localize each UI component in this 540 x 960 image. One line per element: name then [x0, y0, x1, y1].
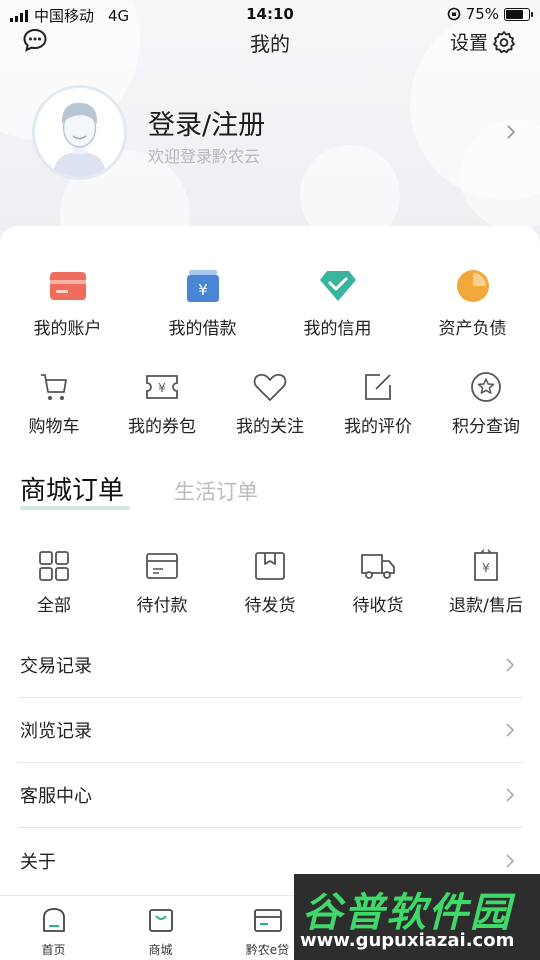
my-account-label: 我的账户 [33, 319, 102, 339]
menu-item-service-center[interactable]: 客服中心 [18, 763, 523, 828]
menu-item-label: 交易记录 [20, 656, 92, 677]
svg-text:¥: ¥ [198, 281, 208, 299]
watermark-url: www.gupuxiazai.com [300, 930, 515, 951]
follow-button[interactable]: 我的关注 [216, 368, 324, 437]
card-icon [49, 272, 86, 300]
tab-life-orders[interactable]: 生活订单 [174, 476, 258, 506]
loan-icon [253, 909, 282, 932]
review-button[interactable]: 我的评价 [324, 368, 432, 437]
tab-shop-label: 商城 [148, 943, 173, 957]
my-credit-button[interactable]: 我的信用 [270, 266, 405, 339]
chevron-right-icon [506, 788, 515, 802]
order-to-ship-button[interactable]: 待发货 [216, 547, 324, 616]
chevron-right-icon [506, 723, 515, 737]
box-icon [255, 552, 285, 580]
battery-percent: 75% [465, 5, 499, 23]
order-all-button[interactable]: 全部 [0, 547, 108, 616]
default-avatar-icon [35, 88, 124, 177]
welcome-text: 欢迎登录黔农云 [148, 147, 261, 166]
chevron-right-icon [506, 853, 515, 868]
login-register-link[interactable]: 登录/注册 [148, 103, 265, 142]
follow-label: 我的关注 [236, 417, 304, 437]
edit-icon [365, 374, 391, 400]
cart-label: 购物车 [28, 417, 80, 437]
order-all-label: 全部 [37, 596, 71, 616]
menu-item-history[interactable]: 浏览记录 [18, 698, 523, 763]
chevron-right-icon [506, 658, 515, 672]
star-icon [471, 372, 501, 402]
settings-label: 设置 [449, 32, 488, 54]
menu-item-label: 客服中心 [20, 786, 92, 807]
menu-list: 交易记录 浏览记录 客服中心 关于 [18, 633, 523, 893]
refund-icon: ¥ [474, 549, 498, 581]
tab-home[interactable]: 首页 [0, 896, 107, 960]
services-grid: 购物车 ¥ 我的券包 我的关注 我的评价 积分查询 [0, 368, 540, 437]
heart-icon [253, 373, 287, 401]
profile-section[interactable]: 登录/注册 欢迎登录黔农云 [32, 85, 522, 180]
coupon-label: 我的券包 [128, 417, 196, 437]
my-account-button[interactable]: 我的账户 [0, 266, 135, 339]
battery-icon [504, 7, 533, 21]
grid-icon [39, 551, 69, 581]
chevron-right-icon[interactable] [505, 123, 517, 141]
order-to-receive-button[interactable]: 待收货 [324, 547, 432, 616]
diamond-icon [319, 271, 356, 301]
points-button[interactable]: 积分查询 [432, 368, 540, 437]
cart-icon [41, 374, 67, 400]
yuan-box-icon: ¥ [186, 270, 219, 302]
finance-grid: 我的账户 ¥ 我的借款 我的信用 资产负债 [0, 266, 540, 339]
order-to-receive-label: 待收货 [352, 596, 404, 616]
top-nav: 我的 设置 [0, 24, 540, 58]
settings-button[interactable]: 设置 [450, 28, 516, 55]
order-to-ship-label: 待发货 [244, 596, 296, 616]
assets-liabilities-button[interactable]: 资产负债 [405, 266, 540, 339]
order-status-grid: 全部 待付款 待发货 待收货 ¥ 退款/售后 [0, 547, 540, 616]
pie-icon [456, 270, 489, 302]
my-loan-label: 我的借款 [168, 319, 237, 339]
my-credit-label: 我的信用 [303, 319, 372, 339]
avatar[interactable] [32, 85, 127, 180]
watermark: 谷普软件园 www.gupuxiazai.com [294, 874, 540, 960]
points-label: 积分查询 [452, 417, 520, 437]
home-icon [42, 908, 65, 932]
order-unpaid-label: 待付款 [136, 596, 188, 616]
coupon-button[interactable]: ¥ 我的券包 [108, 368, 216, 437]
shop-bag-icon [148, 909, 173, 932]
review-label: 我的评价 [344, 417, 412, 437]
coupon-icon: ¥ [146, 375, 178, 399]
tab-mall-orders[interactable]: 商城订单 [20, 470, 124, 507]
assets-liabilities-label: 资产负债 [438, 319, 507, 339]
gear-icon [493, 30, 515, 53]
tab-home-label: 首页 [41, 943, 66, 957]
menu-item-transactions[interactable]: 交易记录 [18, 633, 523, 698]
my-loan-button[interactable]: ¥ 我的借款 [135, 266, 270, 339]
order-unpaid-button[interactable]: 待付款 [108, 547, 216, 616]
wallet-icon [146, 553, 178, 579]
orientation-lock-icon [447, 7, 460, 21]
order-refund-label: 退款/售后 [449, 596, 523, 616]
svg-text:¥: ¥ [482, 561, 490, 575]
menu-item-label: 浏览记录 [20, 721, 92, 742]
menu-item-label: 关于 [20, 851, 56, 873]
order-refund-button[interactable]: ¥ 退款/售后 [432, 547, 540, 616]
svg-text:¥: ¥ [158, 381, 166, 395]
tab-shop[interactable]: 商城 [107, 896, 214, 960]
truck-icon [361, 554, 395, 579]
cart-button[interactable]: 购物车 [0, 368, 108, 437]
